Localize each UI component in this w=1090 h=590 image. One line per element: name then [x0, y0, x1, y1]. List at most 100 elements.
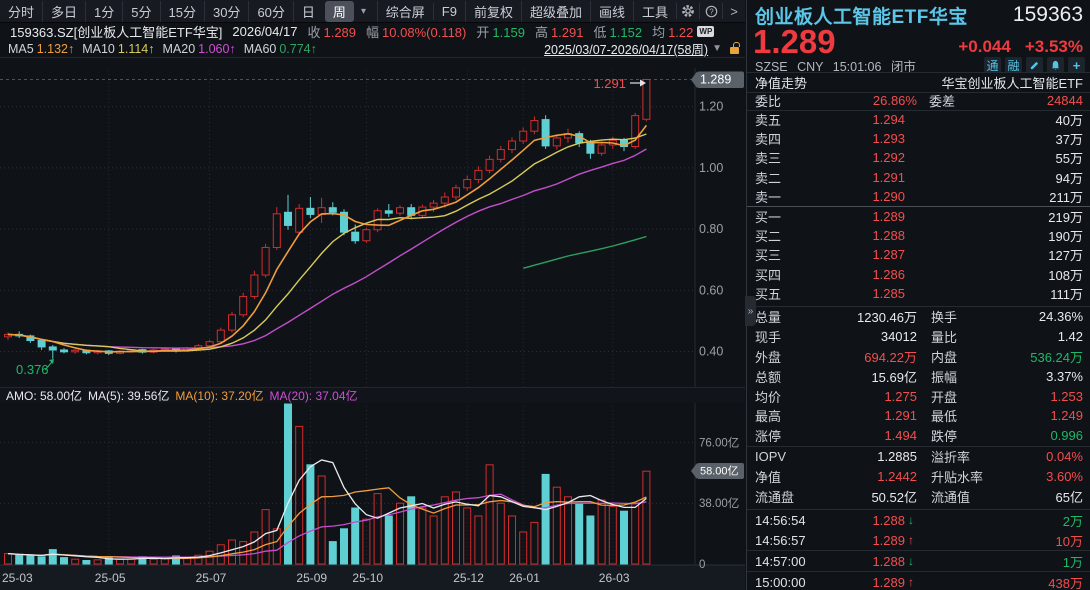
level-price[interactable]: 1.290: [795, 189, 905, 204]
stat-row: 总额15.69亿振幅3.37%: [747, 366, 1090, 386]
tick-time: 14:56:57: [755, 533, 825, 548]
level-price[interactable]: 1.287: [795, 247, 905, 262]
super-overlay-button[interactable]: 超级叠加: [521, 1, 590, 22]
tools-button[interactable]: 工具: [633, 1, 676, 22]
tab-1min[interactable]: 1分: [85, 1, 122, 22]
nav-value-row[interactable]: 净值走势 华宝创业板人工智能ETF: [747, 72, 1090, 93]
stat-row: IOPV1.2885溢折率0.04%: [747, 446, 1090, 467]
order-book-row-sells[interactable]: 卖三1.29255万: [747, 148, 1090, 167]
stat-label: 流通值: [931, 487, 970, 506]
stat-label: 总额: [755, 367, 807, 386]
quote-token-label: 低: [594, 25, 607, 40]
date-range-box[interactable]: 2025/03/07-2026/04/17(58周) ▼: [544, 39, 739, 58]
tab-60min[interactable]: 60分: [248, 1, 292, 22]
level-price[interactable]: 1.292: [795, 150, 905, 165]
stat-value: 1.2885: [807, 449, 917, 464]
stat-label: 最低: [931, 406, 957, 425]
forward-adjust-button[interactable]: 前复权: [465, 1, 521, 22]
level-price[interactable]: 1.293: [795, 131, 905, 146]
stat-value: 3.37%: [1046, 369, 1083, 384]
order-book-row-sells[interactable]: 卖二1.29194万: [747, 168, 1090, 187]
quote-token-value: 10.08%(0.118): [382, 25, 466, 40]
order-book-row-buys[interactable]: 买二1.288190万: [747, 226, 1090, 245]
level-qty: 127万: [1048, 245, 1083, 264]
margin-badge-tong[interactable]: 通: [984, 57, 1001, 73]
draw-line-button[interactable]: 画线: [590, 1, 633, 22]
nav-label[interactable]: 净值走势: [755, 73, 807, 92]
stat-row: 现手34012量比1.42: [747, 327, 1090, 347]
ma-token: MA201.060↑: [163, 42, 236, 56]
tick-row: 14:56:541.288↓2万: [747, 510, 1090, 530]
margin-badge-rong[interactable]: 融: [1005, 57, 1022, 73]
stat-row: 外盘694.22万内盘536.24万: [747, 347, 1090, 367]
tab-30min[interactable]: 30分: [204, 1, 248, 22]
level-qty: 108万: [1048, 265, 1083, 284]
wp-news-icon[interactable]: WP: [697, 26, 714, 37]
tick-price: 1.289: [825, 575, 905, 590]
more-chevron-icon[interactable]: >: [722, 3, 745, 19]
tick-qty: 10万: [1056, 531, 1083, 550]
tick-time: 14:57:00: [755, 554, 825, 569]
level-price[interactable]: 1.289: [795, 209, 905, 224]
ma-label: MA10: [82, 42, 115, 56]
level-label: 买三: [755, 245, 795, 264]
f9-button[interactable]: F9: [433, 3, 465, 20]
tick-time: 14:56:54: [755, 513, 825, 528]
stat-value: 24.36%: [1039, 309, 1083, 324]
quote-token: 均1.22: [652, 22, 693, 40]
order-book-row-buys[interactable]: 买三1.287 127万: [747, 245, 1090, 264]
up-arrow-icon: ↑: [908, 533, 914, 547]
level-qty: 211万: [1049, 187, 1083, 206]
svg-text:1.289: 1.289: [700, 73, 731, 87]
unlock-icon[interactable]: [730, 47, 739, 54]
alert-bell-icon[interactable]: [1047, 57, 1064, 73]
tab-15min[interactable]: 15分: [160, 1, 204, 22]
help-icon[interactable]: ?: [699, 3, 722, 19]
order-book-row-sells[interactable]: 卖四1.29337万: [747, 129, 1090, 148]
panel-expander-icon[interactable]: »: [745, 296, 756, 326]
level-price[interactable]: 1.291: [795, 170, 905, 185]
order-book-row-buys[interactable]: 买四1.286108万: [747, 265, 1090, 284]
order-book-row-sells[interactable]: 卖一1.290211万: [747, 187, 1090, 206]
period-dropdown-caret[interactable]: ▾: [356, 6, 371, 17]
stat-label: 量比: [931, 327, 957, 346]
stat-value: 0.04%: [1046, 449, 1083, 464]
level-price[interactable]: 1.294: [795, 112, 905, 127]
tick-row: 15:00:001.289↑438万: [747, 572, 1090, 590]
svg-text:25-07: 25-07: [196, 571, 227, 585]
vol-ma-token: AMO: 58.00亿: [6, 387, 82, 404]
quote-token-label: 均: [652, 25, 665, 40]
tab-duori[interactable]: 多日: [42, 1, 85, 22]
ma-label: MA60: [244, 42, 277, 56]
date-range-label[interactable]: 2025/03/07-2026/04/17(58周): [544, 39, 708, 58]
composite-button[interactable]: 综合屏: [377, 1, 433, 22]
tick-row: 14:56:571.289↑10万: [747, 530, 1090, 551]
tab-day[interactable]: 日: [293, 1, 323, 22]
candlestick-chart-canvas[interactable]: 1.201.000.800.600.4076.00亿38.00亿025-0325…: [0, 57, 745, 590]
tab-5min[interactable]: 5分: [122, 1, 159, 22]
level-label: 卖五: [755, 110, 795, 129]
tab-fenshi[interactable]: 分时: [0, 1, 42, 22]
last-price: 1.289: [753, 27, 836, 57]
edit-pencil-icon[interactable]: [1026, 57, 1043, 73]
settings-gear-icon[interactable]: [676, 3, 699, 19]
order-book-row-buys[interactable]: 买一1.289219万: [747, 207, 1090, 226]
level-price[interactable]: 1.286: [795, 267, 905, 282]
level-price[interactable]: 1.288: [795, 228, 905, 243]
level-price[interactable]: 1.285: [795, 286, 905, 301]
svg-text:1.00: 1.00: [699, 161, 723, 175]
order-book-row-buys[interactable]: 买五1.285111万: [747, 284, 1090, 303]
stat-label: 最高: [755, 406, 807, 425]
date-range-dropdown-icon[interactable]: ▼: [712, 43, 722, 54]
svg-text:76.00亿: 76.00亿: [699, 436, 739, 449]
add-plus-icon[interactable]: +: [1068, 57, 1085, 73]
toolbar-right-group: 综合屏F9前复权超级叠加画线工具?>: [377, 1, 745, 22]
ma-label: MA5: [8, 42, 34, 56]
weibi-row: 委比 26.86% 委差 24844: [747, 91, 1090, 111]
quote-token: 低1.152: [594, 22, 643, 40]
tab-week[interactable]: 周: [325, 1, 354, 22]
order-book-row-sells[interactable]: 卖五1.29440万: [747, 110, 1090, 129]
svg-text:25-10: 25-10: [352, 571, 383, 585]
quote-token-value: 1.289: [323, 25, 356, 40]
stock-code: 159363: [1013, 3, 1083, 27]
